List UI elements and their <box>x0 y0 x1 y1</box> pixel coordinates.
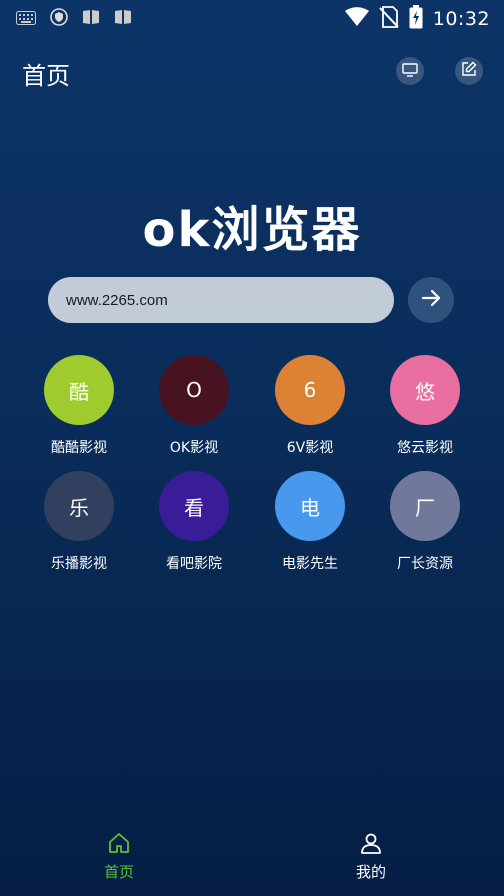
tab-profile[interactable]: 我的 <box>311 831 431 882</box>
tab-home[interactable]: 首页 <box>59 831 179 882</box>
site-item[interactable]: 乐 乐播影视 <box>24 471 134 573</box>
site-avatar: 乐 <box>44 471 114 541</box>
site-label: OK影视 <box>169 440 219 456</box>
site-label: 悠云影视 <box>397 440 453 456</box>
site-label: 厂长资源 <box>397 556 453 572</box>
url-input[interactable] <box>48 277 394 323</box>
edit-icon <box>461 61 477 81</box>
site-avatar: O <box>159 355 229 425</box>
site-label: 看吧影院 <box>166 556 222 572</box>
site-item[interactable]: 厂 厂长资源 <box>370 471 480 573</box>
site-label: 6V影视 <box>286 440 334 456</box>
page-title: 首页 <box>22 62 70 90</box>
search-bar <box>48 277 394 323</box>
site-item[interactable]: O OK影视 <box>139 355 249 457</box>
shield-icon <box>50 8 68 30</box>
home-icon <box>107 833 131 859</box>
site-avatar: 悠 <box>390 355 460 425</box>
person-icon <box>359 833 383 859</box>
site-item[interactable]: 6 6V影视 <box>255 355 365 457</box>
status-bar: 10:32 <box>0 0 504 34</box>
site-item[interactable]: 酷 酷酷影视 <box>24 355 134 457</box>
tv-icon <box>402 62 418 81</box>
site-avatar: 看 <box>159 471 229 541</box>
site-item[interactable]: 看 看吧影院 <box>139 471 249 573</box>
arrow-right-icon <box>420 287 442 313</box>
site-item[interactable]: 悠 悠云影视 <box>370 355 480 457</box>
site-avatar: 厂 <box>390 471 460 541</box>
keyboard-icon <box>16 10 36 29</box>
site-avatar: 电 <box>275 471 345 541</box>
site-label: 电影先生 <box>282 556 338 572</box>
no-sim-icon <box>379 6 399 32</box>
book-icon <box>114 9 132 29</box>
tab-label: 首页 <box>103 863 134 881</box>
site-avatar: 酷 <box>44 355 114 425</box>
tab-label: 我的 <box>355 863 386 881</box>
app-bar: 首页 <box>0 50 504 94</box>
site-label: 乐播影视 <box>51 556 107 572</box>
site-avatar: 6 <box>275 355 345 425</box>
logo: ok浏览器 <box>0 190 504 260</box>
site-label: 酷酷影视 <box>51 440 107 456</box>
site-item[interactable]: 电 电影先生 <box>255 471 365 573</box>
logo-text: ok浏览器 <box>142 202 362 258</box>
tv-button[interactable] <box>396 57 424 85</box>
wifi-icon <box>344 7 369 31</box>
clock: 10:32 <box>432 8 490 30</box>
go-button[interactable] <box>408 277 454 323</box>
battery-charging-icon <box>409 5 423 33</box>
book-icon <box>82 9 100 29</box>
bottom-tab-bar: 首页 我的 <box>0 825 504 896</box>
edit-button[interactable] <box>455 57 483 85</box>
